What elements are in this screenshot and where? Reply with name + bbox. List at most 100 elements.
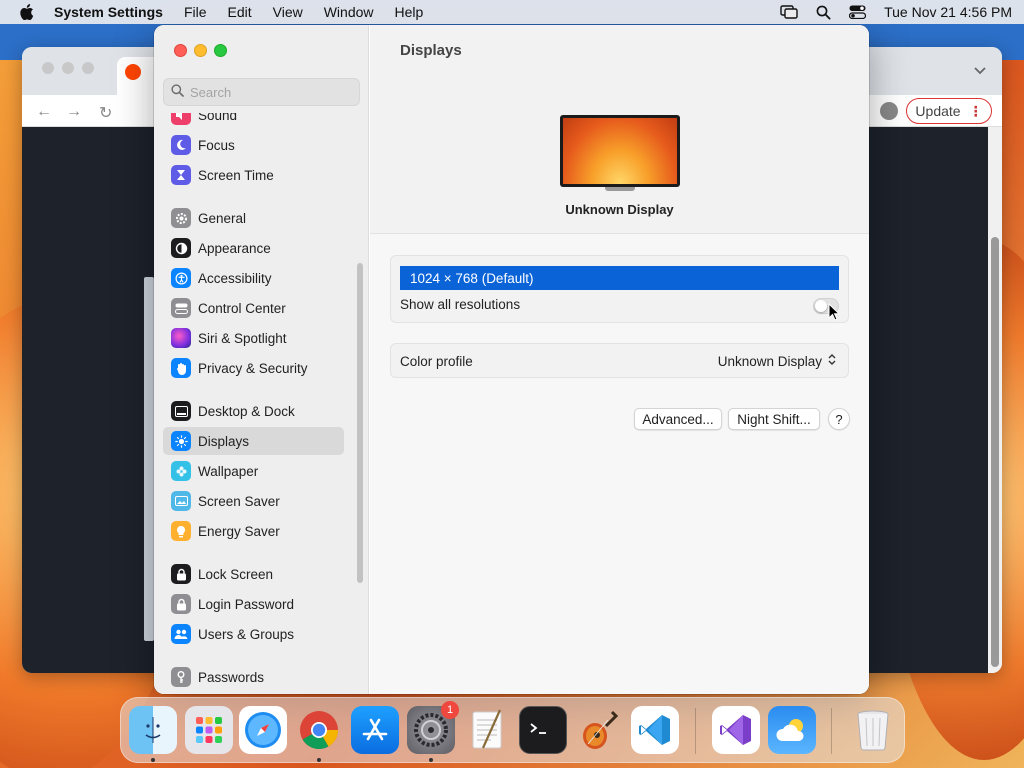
dock-separator bbox=[831, 708, 832, 754]
help-button[interactable]: ? bbox=[828, 408, 850, 430]
sidebar-item-energy-saver[interactable]: Energy Saver bbox=[163, 517, 344, 545]
search-input[interactable] bbox=[190, 84, 350, 100]
window-minimize-button[interactable] bbox=[194, 44, 207, 57]
sidebar-item-sound[interactable]: Sound bbox=[163, 113, 344, 129]
flower-icon bbox=[171, 461, 191, 481]
sidebar-item-label: Screen Time bbox=[198, 167, 274, 183]
sidebar-item-label: Lock Screen bbox=[198, 566, 274, 582]
update-label: Update bbox=[915, 103, 961, 119]
apple-menu-icon[interactable] bbox=[20, 4, 36, 20]
launchpad-icon[interactable] bbox=[185, 706, 233, 754]
browser-minimize-button[interactable] bbox=[62, 62, 74, 74]
sidebar-item-label: Passwords bbox=[198, 669, 265, 685]
menu-window[interactable]: Window bbox=[324, 4, 374, 20]
dock-icon bbox=[171, 401, 191, 421]
sidebar-item-displays[interactable]: Displays bbox=[163, 427, 344, 455]
sidebar-item-control-center[interactable]: Control Center bbox=[163, 294, 344, 322]
sidebar-item-label: Appearance bbox=[198, 240, 271, 256]
page-title: Displays bbox=[400, 42, 462, 59]
advanced-button[interactable]: Advanced... bbox=[634, 408, 722, 430]
sidebar-item-appearance[interactable]: Appearance bbox=[163, 234, 344, 262]
vscode-icon[interactable] bbox=[631, 706, 679, 754]
night-shift-button[interactable]: Night Shift... bbox=[728, 408, 820, 430]
sidebar-item-accessibility[interactable]: Accessibility bbox=[163, 264, 344, 292]
sidebar-item-label: General bbox=[198, 210, 247, 226]
dock: 1 bbox=[120, 697, 905, 763]
more-options-icon: ⋮ bbox=[968, 102, 983, 119]
spotlight-search-icon[interactable] bbox=[816, 5, 831, 20]
display-name-label: Unknown Display bbox=[565, 202, 674, 217]
sidebar-item-label: Screen Saver bbox=[198, 493, 280, 509]
updown-chevron-icon bbox=[828, 353, 836, 369]
hand-icon bbox=[171, 358, 191, 378]
sidebar-item-passwords[interactable]: Passwords bbox=[163, 663, 344, 691]
siri-icon bbox=[171, 328, 191, 348]
sidebar-item-label: Accessibility bbox=[198, 270, 272, 286]
display-thumbnail[interactable] bbox=[560, 115, 680, 191]
menu-edit[interactable]: Edit bbox=[228, 4, 252, 20]
browser-zoom-button[interactable] bbox=[82, 62, 94, 74]
menu-file[interactable]: File bbox=[184, 4, 207, 20]
system-settings-window: Sound Focus Screen Time General Appearan… bbox=[154, 25, 869, 694]
visual-studio-icon[interactable] bbox=[712, 706, 760, 754]
settings-sidebar: Sound Focus Screen Time General Appearan… bbox=[154, 25, 369, 694]
back-arrow-icon[interactable]: ← bbox=[36, 103, 52, 121]
display-bezel bbox=[560, 115, 680, 187]
screen-mirroring-icon[interactable] bbox=[780, 5, 798, 19]
profile-avatar-icon[interactable] bbox=[880, 102, 898, 120]
menu-bar: System Settings File Edit View Window He… bbox=[0, 0, 1024, 24]
bulb-icon bbox=[171, 521, 191, 541]
sidebar-item-general[interactable]: General bbox=[163, 204, 344, 232]
browser-page-strip bbox=[144, 277, 154, 641]
screen-saver-icon bbox=[171, 491, 191, 511]
browser-update-button[interactable]: Update ⋮ bbox=[906, 98, 992, 124]
sidebar-scrollbar[interactable] bbox=[357, 263, 363, 583]
reload-icon[interactable]: ↻ bbox=[99, 103, 112, 123]
trash-icon[interactable] bbox=[849, 706, 897, 754]
sidebar-item-label: Users & Groups bbox=[198, 626, 295, 642]
sidebar-item-focus[interactable]: Focus bbox=[163, 131, 344, 159]
safari-icon[interactable] bbox=[239, 706, 287, 754]
sidebar-list: Sound Focus Screen Time General Appearan… bbox=[163, 113, 345, 694]
sidebar-item-privacy-security[interactable]: Privacy & Security bbox=[163, 354, 344, 382]
textedit-icon[interactable] bbox=[463, 706, 511, 754]
finder-icon[interactable] bbox=[129, 706, 177, 754]
control-center-icon[interactable] bbox=[849, 5, 867, 19]
window-zoom-button[interactable] bbox=[214, 44, 227, 57]
toggle-knob bbox=[815, 300, 827, 312]
sun-icon bbox=[171, 431, 191, 451]
window-close-button[interactable] bbox=[174, 44, 187, 57]
browser-close-button[interactable] bbox=[42, 62, 54, 74]
sidebar-item-desktop-dock[interactable]: Desktop & Dock bbox=[163, 397, 344, 425]
sidebar-item-login-password[interactable]: Login Password bbox=[163, 590, 344, 618]
sidebar-item-wallpaper[interactable]: Wallpaper bbox=[163, 457, 344, 485]
app-store-icon[interactable] bbox=[351, 706, 399, 754]
weather-icon[interactable] bbox=[768, 706, 816, 754]
sidebar-item-lock-screen[interactable]: Lock Screen bbox=[163, 560, 344, 588]
sidebar-item-siri-spotlight[interactable]: Siri & Spotlight bbox=[163, 324, 344, 352]
forward-arrow-icon[interactable]: → bbox=[66, 103, 82, 121]
sidebar-item-label: Desktop & Dock bbox=[198, 403, 295, 419]
sidebar-item-screen-time[interactable]: Screen Time bbox=[163, 161, 344, 189]
menu-app-name[interactable]: System Settings bbox=[54, 4, 163, 20]
terminal-icon[interactable] bbox=[519, 706, 567, 754]
guitar-icon[interactable] bbox=[575, 706, 623, 754]
menu-help[interactable]: Help bbox=[395, 4, 424, 20]
color-profile-select[interactable]: Unknown Display bbox=[718, 353, 836, 369]
displays-pane: Unknown Display Displays 1024 × 768 (Def… bbox=[370, 25, 869, 694]
chrome-icon[interactable] bbox=[295, 706, 343, 754]
sidebar-search[interactable] bbox=[163, 78, 360, 106]
hourglass-icon bbox=[171, 165, 191, 185]
menu-view[interactable]: View bbox=[273, 4, 303, 20]
reddit-favicon-icon bbox=[125, 64, 141, 80]
sidebar-item-users-groups[interactable]: Users & Groups bbox=[163, 620, 344, 648]
sidebar-item-label: Sound bbox=[198, 113, 238, 123]
browser-scrollbar-thumb[interactable] bbox=[991, 237, 999, 667]
sidebar-item-screen-saver[interactable]: Screen Saver bbox=[163, 487, 344, 515]
chrome-running-indicator bbox=[317, 758, 321, 762]
settings-badge: 1 bbox=[441, 701, 459, 719]
menu-clock[interactable]: Tue Nov 21 4:56 PM bbox=[884, 4, 1012, 20]
lock-icon bbox=[171, 564, 191, 584]
tab-search-chevron-icon[interactable] bbox=[974, 63, 986, 78]
resolution-option-selected[interactable]: 1024 × 768 (Default) bbox=[400, 266, 839, 290]
